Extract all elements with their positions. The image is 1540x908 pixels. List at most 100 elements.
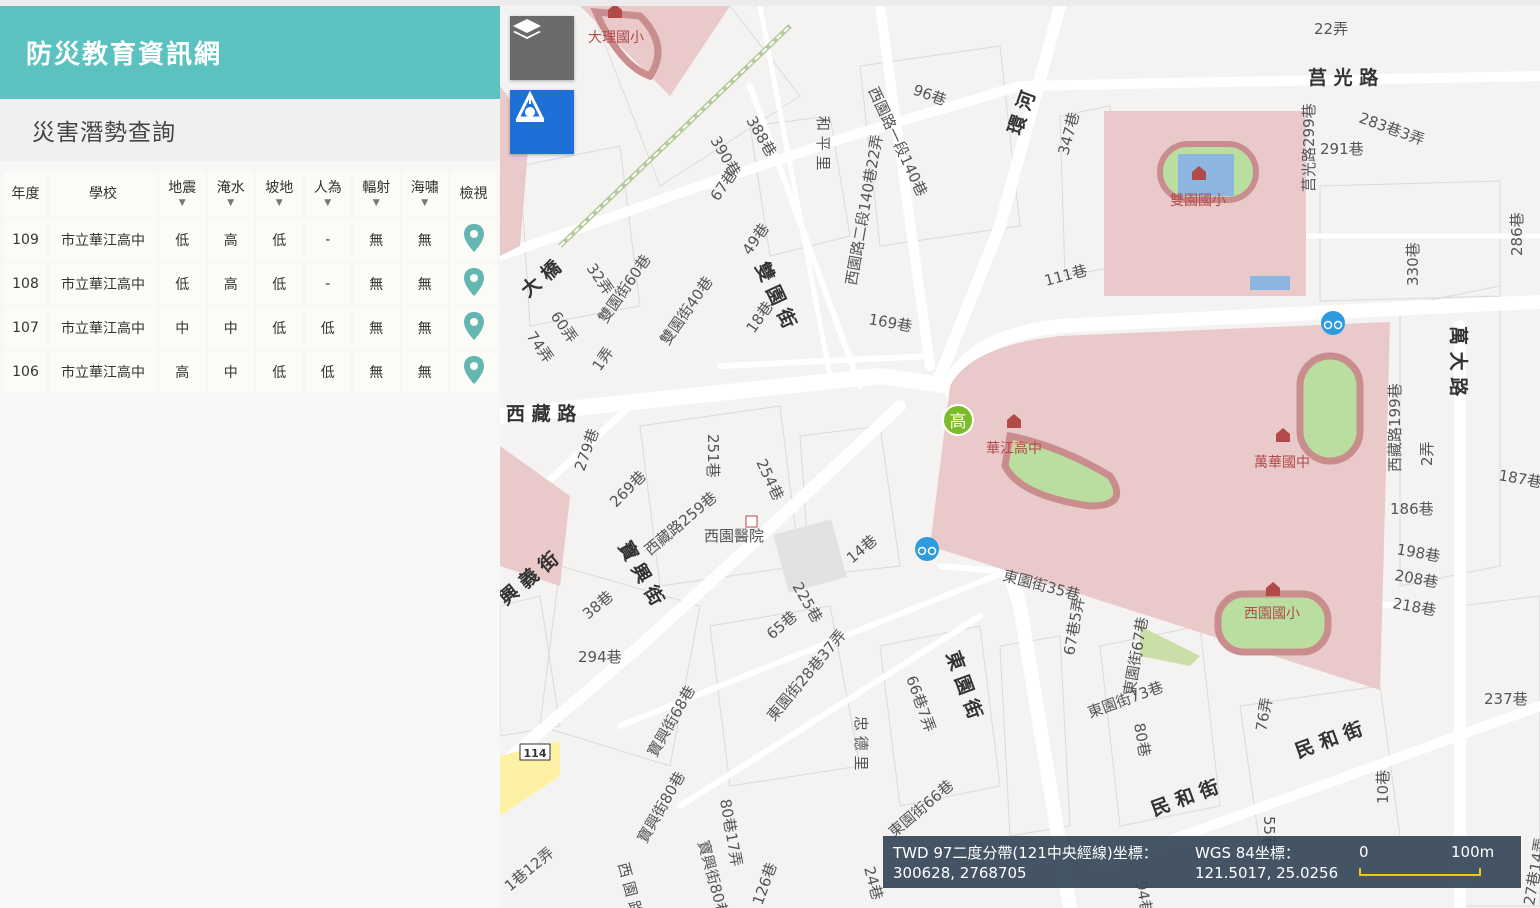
column-header-slope[interactable]: 坡地 ▼ — [256, 171, 303, 217]
cell-earthquake: 低 — [159, 263, 206, 305]
column-header-tsunami[interactable]: 海嘯 ▼ — [401, 171, 449, 217]
sort-arrow-icon[interactable]: ▼ — [402, 197, 449, 209]
svg-text:雙園國小: 雙園國小 — [1170, 193, 1226, 209]
cell-view — [450, 351, 497, 393]
column-header-radiation[interactable]: 輻射 ▼ — [353, 171, 400, 217]
cell-year: 108 — [4, 263, 47, 305]
column-header-human[interactable]: 人為 ▼ — [304, 171, 352, 217]
cell-tsunami: 無 — [401, 307, 448, 349]
wgs84-coordinates: WGS 84坐標： 121.5017, 25.0256 — [1195, 844, 1339, 882]
cell-earthquake: 中 — [159, 307, 206, 349]
layers-icon — [513, 19, 541, 39]
table-row: 109 市立華江高中低高低 - 無無 — [4, 219, 497, 261]
section-header: 災害潛勢查詢 — [0, 99, 500, 161]
table-body: 109 市立華江高中低高低 - 無無 108 市立華江高中低高低 - 無無 107 市立華江高中中… — [4, 219, 497, 393]
map-pin-icon[interactable] — [462, 311, 486, 341]
map-pin-icon[interactable] — [462, 355, 486, 385]
cell-school: 市立華江高中 — [49, 219, 157, 261]
cell-view — [450, 307, 497, 349]
cell-radiation: 無 — [353, 307, 400, 349]
column-header-flood[interactable]: 淹水 ▼ — [207, 171, 255, 217]
cell-tsunami: 無 — [401, 351, 448, 393]
sort-arrow-icon[interactable]: ▼ — [353, 197, 400, 209]
svg-text:西 藏 路: 西 藏 路 — [506, 402, 577, 425]
bike-icon[interactable] — [1321, 311, 1345, 335]
table-row: 107 市立華江高中中中低低無無 — [4, 307, 497, 349]
hospital-icon — [745, 515, 758, 528]
cell-tsunami: 無 — [401, 263, 448, 305]
svg-text:330巷: 330巷 — [1404, 242, 1422, 286]
cell-radiation: 無 — [353, 351, 400, 393]
svg-text:華江高中: 華江高中 — [986, 440, 1042, 457]
svg-text:忠 德 里: 忠 德 里 — [852, 716, 870, 771]
cell-view — [450, 263, 497, 305]
hazard-table: 年度 學校 地震 ▼ 淹水 ▼ 坡地 ▼ 人為 ▼ 輻射 ▼ 海嘯 ▼ 檢視 109 市立華江… — [2, 169, 499, 395]
cell-slope: 低 — [256, 307, 303, 349]
svg-text:莒 光 路: 莒 光 路 — [1308, 66, 1379, 89]
cell-school: 市立華江高中 — [49, 351, 157, 393]
cell-year: 107 — [4, 307, 47, 349]
bike-icon[interactable] — [915, 537, 939, 561]
school-marker-high[interactable]: 高 — [942, 404, 974, 436]
app-header: 防災教育資訊網 — [0, 6, 500, 99]
cell-slope: 低 — [256, 219, 303, 261]
svg-text:西藏路199巷: 西藏路199巷 — [1386, 383, 1404, 472]
svg-text:和 平 里: 和 平 里 — [814, 116, 832, 171]
column-header-earthquake[interactable]: 地震 ▼ — [159, 171, 206, 217]
svg-text:10巷: 10巷 — [1374, 770, 1392, 804]
cell-flood: 中 — [207, 351, 254, 393]
sort-arrow-icon[interactable]: ▼ — [159, 197, 206, 209]
table-row: 108 市立華江高中低高低 - 無無 — [4, 263, 497, 305]
svg-text:286巷: 286巷 — [1508, 212, 1526, 256]
cell-human: - — [304, 219, 351, 261]
svg-text:2弄: 2弄 — [1418, 441, 1436, 466]
cell-view — [450, 219, 497, 261]
cell-radiation: 無 — [353, 263, 400, 305]
svg-text:大理國小: 大理國小 — [588, 30, 644, 46]
twd97-coordinates: TWD 97二度分帶(121中央經線)坐標： 300628, 2768705 — [893, 844, 1158, 882]
map-view[interactable]: 高 114 大理國小 雙園國小 華江高中 萬華國中 西園國小 西園醫院 西 藏 … — [500, 6, 1540, 908]
cell-human: 低 — [304, 307, 351, 349]
cell-flood: 高 — [207, 263, 254, 305]
scale-bar — [1359, 868, 1481, 876]
school-locate-button[interactable] — [510, 90, 574, 154]
scale-start-label: 0 — [1359, 843, 1369, 861]
cell-human: - — [304, 263, 351, 305]
app-title[interactable]: 防災教育資訊網 — [26, 34, 222, 71]
map-pin-icon[interactable] — [462, 267, 486, 297]
svg-text:西園國小: 西園國小 — [1244, 606, 1300, 622]
svg-text:萬 大 路: 萬 大 路 — [1447, 326, 1470, 397]
cell-flood: 中 — [207, 307, 254, 349]
cell-flood: 高 — [207, 219, 254, 261]
hazard-table-wrapper: 年度 學校 地震 ▼ 淹水 ▼ 坡地 ▼ 人為 ▼ 輻射 ▼ 海嘯 ▼ 檢視 109 市立華江… — [0, 169, 500, 395]
svg-text:高: 高 — [950, 412, 967, 432]
cell-human: 低 — [304, 351, 351, 393]
svg-text:莒光路299巷: 莒光路299巷 — [1300, 103, 1318, 192]
map-pin-icon[interactable] — [462, 223, 486, 253]
cell-school: 市立華江高中 — [49, 307, 157, 349]
svg-text:22弄: 22弄 — [1314, 20, 1348, 38]
column-header-school: 學校 — [49, 171, 157, 217]
map-canvas[interactable]: 高 114 大理國小 雙園國小 華江高中 萬華國中 西園國小 西園醫院 西 藏 … — [500, 6, 1540, 908]
section-title: 災害潛勢查詢 — [32, 120, 176, 146]
cell-year: 109 — [4, 219, 47, 261]
column-header-year: 年度 — [4, 171, 47, 217]
sort-arrow-icon[interactable]: ▼ — [208, 197, 255, 209]
svg-text:114: 114 — [524, 747, 547, 760]
cell-year: 106 — [4, 351, 47, 393]
svg-text:294巷: 294巷 — [578, 648, 622, 666]
cell-slope: 低 — [256, 351, 303, 393]
svg-text:291巷: 291巷 — [1320, 140, 1364, 158]
svg-text:186巷: 186巷 — [1390, 500, 1434, 518]
layers-button[interactable] — [510, 16, 574, 80]
cell-school: 市立華江高中 — [49, 263, 157, 305]
school-icon — [515, 90, 545, 122]
cell-earthquake: 低 — [159, 219, 206, 261]
sort-arrow-icon[interactable]: ▼ — [305, 197, 352, 209]
cell-radiation: 無 — [353, 219, 400, 261]
sort-arrow-icon[interactable]: ▼ — [256, 197, 303, 209]
svg-text:西園醫院: 西園醫院 — [704, 527, 764, 545]
svg-text:萬華國中: 萬華國中 — [1254, 455, 1310, 471]
svg-text:237巷: 237巷 — [1484, 690, 1528, 708]
sidebar: 防災教育資訊網 災害潛勢查詢 年度 學校 地震 ▼ 淹水 ▼ 坡地 ▼ 人為 ▼ 輻射 ▼… — [0, 6, 500, 908]
